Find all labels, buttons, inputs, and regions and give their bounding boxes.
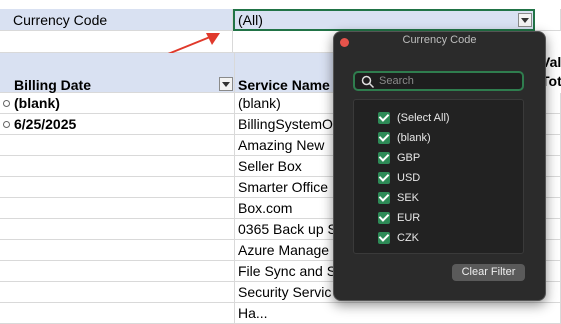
billing-date-cell[interactable] [0, 135, 235, 156]
checkbox-checked-icon[interactable] [378, 132, 390, 144]
service-name-value: Amazing New [238, 137, 325, 153]
service-name-value: Ha... [238, 305, 268, 321]
filter-option-label: SEK [397, 192, 420, 204]
service-name-value: Security Servic [238, 284, 332, 300]
clear-filter-button[interactable]: Clear Filter [452, 264, 525, 281]
expand-collapse-icon[interactable] [3, 121, 10, 128]
filter-option-label: CZK [397, 232, 419, 244]
filter-label: Currency Code [13, 12, 108, 28]
checkbox-checked-icon[interactable] [378, 192, 390, 204]
billing-date-cell[interactable] [0, 198, 235, 219]
currency-filter-popup: Currency Code (Select All) (blank) GBP USD S… [333, 31, 546, 301]
billing-date-filter-button[interactable] [219, 77, 233, 91]
service-name-value: File Sync and S [238, 263, 333, 279]
filter-value: (All) [238, 12, 263, 28]
billing-date-cell[interactable] [0, 177, 235, 198]
popup-title: Currency Code [402, 34, 477, 46]
filter-option-label: EUR [397, 212, 421, 224]
service-name-value: Box.com [238, 200, 293, 216]
billing-date-cell[interactable] [0, 156, 235, 177]
search-icon [361, 75, 375, 89]
header-billing-date: Billing Date [14, 77, 92, 93]
checkbox-checked-icon[interactable] [378, 112, 390, 124]
filter-dropdown-button[interactable] [518, 13, 532, 27]
filter-option-label: USD [397, 172, 421, 184]
header-service-name: Service Name [238, 77, 330, 93]
search-box[interactable] [353, 71, 524, 91]
checkbox-checked-icon[interactable] [378, 212, 390, 224]
billing-date-value: (blank) [14, 95, 60, 111]
expand-collapse-icon[interactable] [3, 100, 10, 107]
billing-date-value: 6/25/2025 [14, 116, 77, 132]
service-name-value: BillingSystemOne [238, 116, 333, 132]
service-name-value: Azure Manage [238, 242, 330, 258]
billing-date-cell[interactable] [0, 240, 235, 261]
filter-value-cell[interactable] [233, 9, 535, 31]
billing-date-cell[interactable] [0, 261, 235, 282]
service-name-value: Smarter Office [238, 179, 328, 195]
checkbox-checked-icon[interactable] [378, 232, 390, 244]
filter-edge-cell[interactable] [535, 9, 561, 31]
filter-option-label: (Select All) [397, 112, 450, 124]
billing-date-cell[interactable] [0, 219, 235, 240]
filter-option-label: GBP [397, 152, 421, 164]
service-name-value: Seller Box [238, 158, 302, 174]
checkbox-checked-icon[interactable] [378, 172, 390, 184]
service-name-value: (blank) [238, 95, 281, 111]
billing-date-cell[interactable] [0, 303, 235, 324]
checkbox-checked-icon[interactable] [378, 152, 390, 164]
filter-option-label: (blank) [397, 132, 431, 144]
search-input[interactable] [379, 74, 519, 88]
value-list: (Select All) (blank) GBP USD SEK EUR CZK [353, 99, 524, 254]
service-name-value: 0365 Back up S [238, 221, 333, 237]
billing-date-cell[interactable] [0, 282, 235, 303]
